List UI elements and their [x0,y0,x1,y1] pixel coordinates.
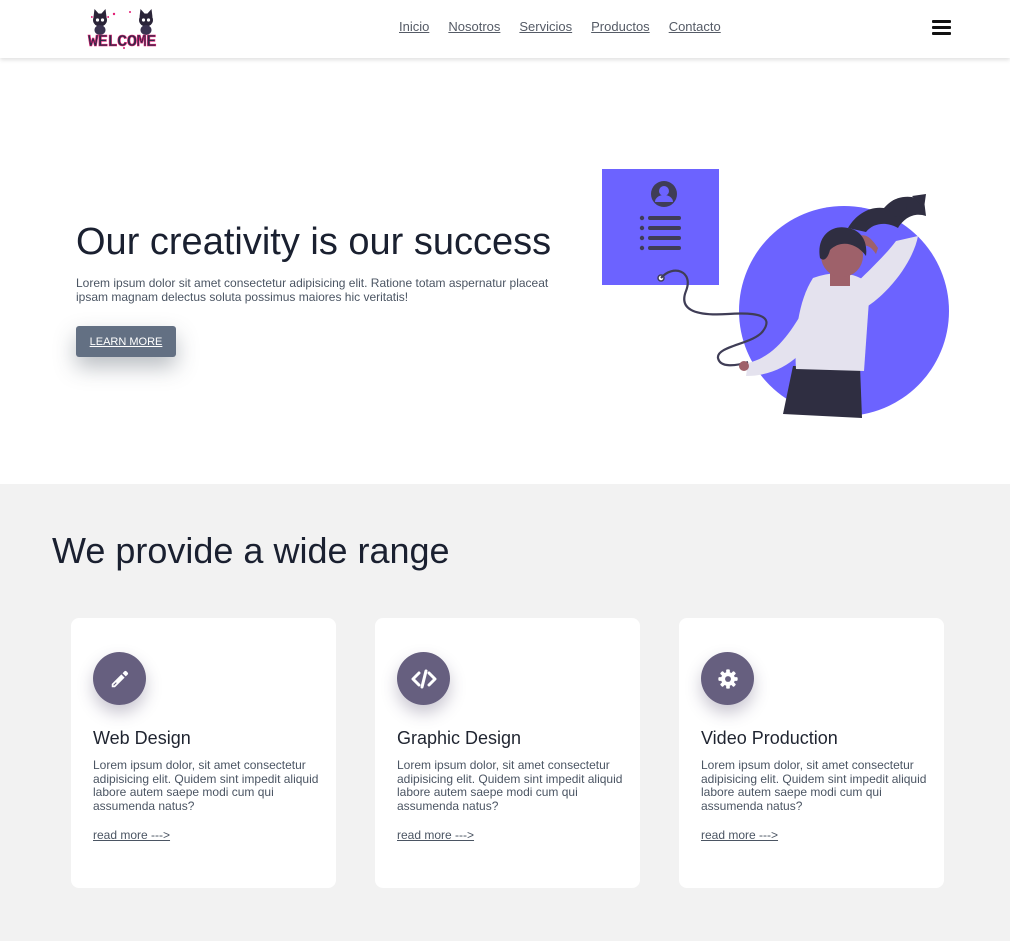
read-more-link[interactable]: read more ---> [701,828,778,842]
site-header: WELCOME Inicio Nosotros Servicios Produc… [0,0,1010,58]
card-title: Web Design [93,728,191,748]
card-title: Video Production [701,728,838,748]
hero-title: Our creativity is our success [76,221,552,263]
services-section: We provide a wide range Web Design Lorem… [0,484,1010,941]
nav-link-nosotros[interactable]: Nosotros [448,19,500,34]
read-more-link[interactable]: read more ---> [397,828,474,842]
services-title: We provide a wide range [52,530,450,571]
card-description: Lorem ipsum dolor, sit amet consectetur … [397,758,623,813]
code-icon [397,652,450,705]
learn-more-button[interactable]: LEARN MORE [76,326,176,357]
read-more-link[interactable]: read more ---> [93,828,170,842]
cat-right-icon [139,9,153,35]
card-description: Lorem ipsum dolor, sit amet consectetur … [701,758,927,813]
welcome-logo[interactable]: WELCOME [80,4,164,52]
cat-left-icon [91,9,109,35]
card-title: Graphic Design [397,728,522,748]
profile-card-icon [602,169,719,285]
service-card-graphic-design: Graphic Design Lorem ipsum dolor, sit am… [375,618,640,888]
nav-link-inicio[interactable]: Inicio [399,19,429,34]
hamburger-menu-icon[interactable] [932,20,951,35]
nav-link-productos[interactable]: Productos [591,19,650,34]
pencil-icon [93,652,146,705]
hero-description: Lorem ipsum dolor sit amet consectetur a… [76,276,549,304]
nav-link-contacto[interactable]: Contacto [669,19,721,34]
hero-section: Our creativity is our success Lorem ipsu… [0,58,1010,484]
gear-icon [701,652,754,705]
service-card-video-production: Video Production Lorem ipsum dolor, sit … [679,618,944,888]
hero-illustration [598,166,958,418]
card-description: Lorem ipsum dolor, sit amet consectetur … [93,758,319,813]
svg-text:WELCOME: WELCOME [88,33,156,52]
main-nav: Inicio Nosotros Servicios Productos Cont… [399,19,721,34]
nav-link-servicios[interactable]: Servicios [519,19,572,34]
service-card-web-design: Web Design Lorem ipsum dolor, sit amet c… [71,618,336,888]
